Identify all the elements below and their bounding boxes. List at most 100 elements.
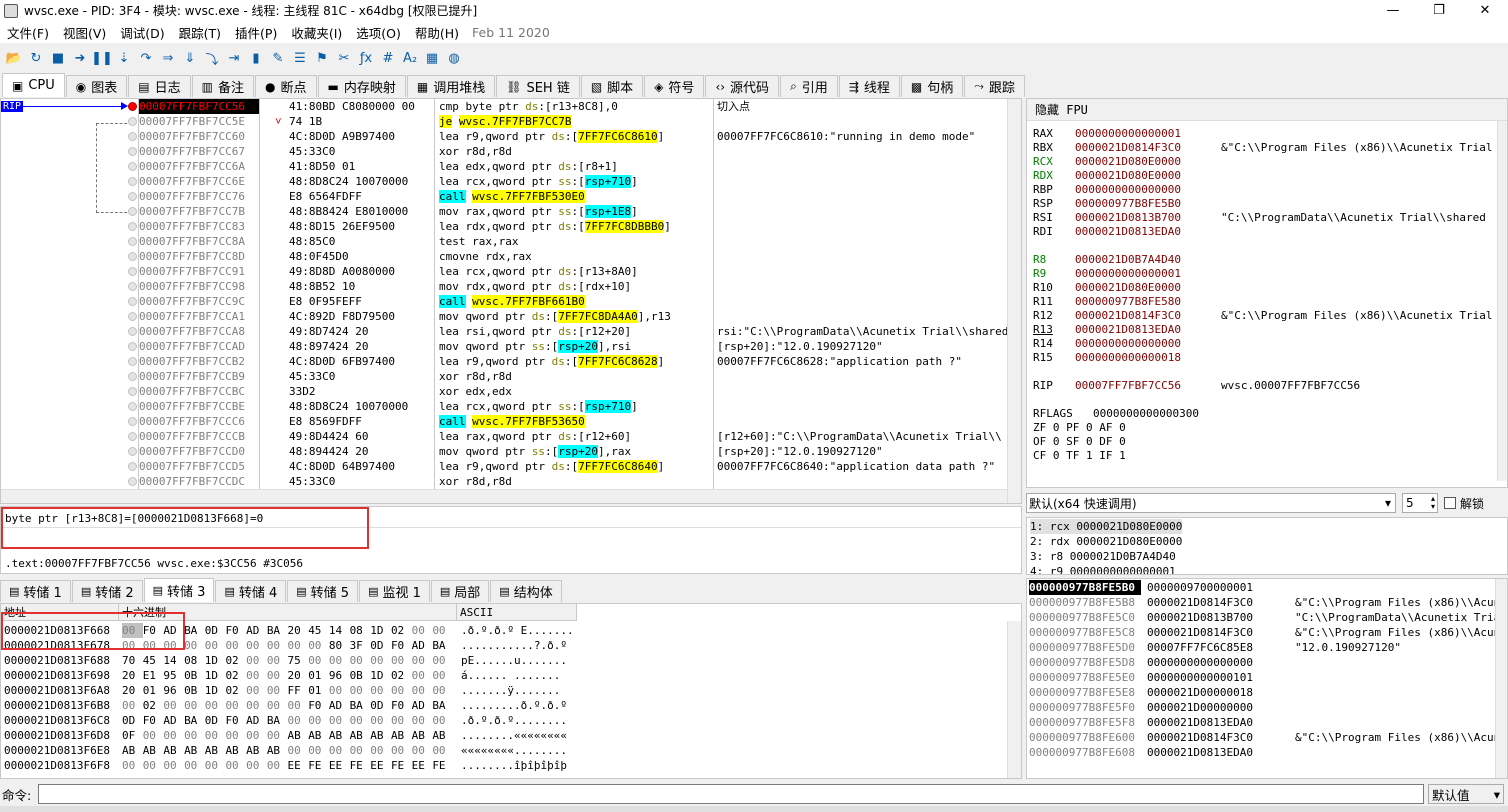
hex-byte[interactable]: 00 <box>412 668 433 683</box>
hex-byte[interactable]: 96 <box>163 683 184 698</box>
disasm-row[interactable]: 00007FF7FBF7CCCB 49:8D4424 60 lea rax,qwor… <box>1 429 1009 444</box>
dump-row[interactable]: 0000021D0813F688 70 45 14 08 1D 02 00 00 75 00 00 00… <box>1 653 1009 668</box>
register-row[interactable]: R13 0000021D0813EDA0 <box>1033 323 1221 337</box>
hex-byte[interactable]: AB <box>122 743 143 758</box>
register-row[interactable]: RFLAGS 0000000000000300 <box>1033 407 1239 421</box>
stack-row[interactable]: 000000977B8FE600 0000021D0814F3C0 &"C:\\Pr… <box>1027 730 1497 745</box>
tab-script[interactable]: ▧ 脚本 <box>580 75 644 97</box>
stack-row[interactable]: 000000977B8FE5E8 0000021D00000018 <box>1027 685 1497 700</box>
hex-byte[interactable]: 02 <box>143 698 164 713</box>
hex-byte[interactable]: 0B <box>184 683 205 698</box>
disasm-row[interactable]: 00007FF7FBF7CCAD 48:897424 20 mov qword pt… <box>1 339 1009 354</box>
hex-byte[interactable]: AB <box>308 728 329 743</box>
hex-byte[interactable]: 00 <box>267 668 288 683</box>
tab-seh[interactable]: ⛓ SEH 链 <box>496 75 580 97</box>
menu-item[interactable]: 收藏夹(I) <box>284 23 349 42</box>
hex-byte[interactable]: EE <box>329 758 350 773</box>
hex-byte[interactable]: 00 <box>329 653 350 668</box>
hex-byte[interactable]: 00 <box>308 653 329 668</box>
argument-row[interactable]: 3: r8 0000021D0B7A4D40 <box>1030 549 1176 564</box>
hex-byte[interactable]: AB <box>329 728 350 743</box>
hex-byte[interactable]: F0 <box>391 638 412 653</box>
disasm-row[interactable]: 00007FF7FBF7CC56 41:80BD C8080000 00 cmp b… <box>1 99 1009 114</box>
disasm-row[interactable]: 00007FF7FBF7CCB9 45:33C0 xor r8d,r8d <box>1 369 1009 384</box>
hex-byte[interactable]: 14 <box>163 653 184 668</box>
flags-row[interactable]: CF 0 TF 1 IF 1 <box>1033 449 1126 463</box>
hex-byte[interactable]: 1D <box>370 623 391 638</box>
disasm-row[interactable]: 00007FF7FBF7CCD0 48:894424 20 mov qword pt… <box>1 444 1009 459</box>
hex-byte[interactable]: 20 <box>288 623 309 638</box>
disasm-row[interactable]: 00007FF7FBF7CC91 49:8D8D A0080000 lea rcx,… <box>1 264 1009 279</box>
hex-byte[interactable]: 00 <box>350 713 371 728</box>
hex-byte[interactable]: 00 <box>246 683 267 698</box>
hex-byte[interactable]: EE <box>370 758 391 773</box>
open-icon[interactable]: 📂 <box>4 48 24 68</box>
strings-icon[interactable]: A₂ <box>400 48 420 68</box>
hex-byte[interactable]: 1D <box>205 668 226 683</box>
memory-dump-view[interactable]: 地址 十六进制 ASCII 0000021D0813F668 00 F0 AD BA 0D… <box>0 603 1022 779</box>
globe-icon[interactable]: ◍ <box>444 48 464 68</box>
hex-byte[interactable]: F0 <box>225 713 246 728</box>
stack-row[interactable]: 000000977B8FE5C0 0000021D0813B700 "C:\\Pro… <box>1027 610 1497 625</box>
hex-byte[interactable]: 00 <box>288 698 309 713</box>
hex-byte[interactable]: BA <box>184 713 205 728</box>
dump-tab[interactable]: ▤ 转储 1 <box>0 580 71 602</box>
hex-byte[interactable]: FF <box>288 683 309 698</box>
hex-byte[interactable]: FE <box>350 758 371 773</box>
hex-byte[interactable]: AB <box>184 743 205 758</box>
hex-byte[interactable]: EE <box>412 758 433 773</box>
hex-byte[interactable]: AB <box>267 743 288 758</box>
hex-byte[interactable]: 0D <box>370 698 391 713</box>
hex-byte[interactable]: 0F <box>122 728 143 743</box>
hex-byte[interactable]: 0D <box>205 623 226 638</box>
register-value[interactable]: 0000021D0814F3C0 <box>1075 141 1221 155</box>
disasm-row[interactable]: 00007FF7FBF7CC6A 41:8D50 01 lea edx,qword … <box>1 159 1009 174</box>
hex-byte[interactable]: BA <box>350 698 371 713</box>
tab-references[interactable]: ⌕ 引用 <box>780 75 838 97</box>
hex-byte[interactable]: 00 <box>412 713 433 728</box>
hex-byte[interactable]: 96 <box>329 668 350 683</box>
hex-byte[interactable]: 00 <box>267 758 288 773</box>
tab-cpu[interactable]: ▣ CPU <box>2 73 65 97</box>
register-row[interactable]: RSI 0000021D0813B700 "C:\\ProgramData\\Acu… <box>1033 211 1486 225</box>
hex-byte[interactable]: 00 <box>391 713 412 728</box>
hex-byte[interactable]: 20 <box>288 668 309 683</box>
flags-row[interactable]: OF 0 SF 0 DF 0 <box>1033 435 1126 449</box>
hex-byte[interactable]: 00 <box>432 683 453 698</box>
disasm-row[interactable]: 00007FF7FBF7CCBE 48:8D8C24 10070000 lea rc… <box>1 399 1009 414</box>
menu-item[interactable]: 视图(V) <box>56 23 113 42</box>
dump-tab[interactable]: ▤ 局部 <box>430 580 490 602</box>
hex-byte[interactable]: AB <box>205 743 226 758</box>
tab-call-stack[interactable]: ▦ 调用堆栈 <box>406 75 496 97</box>
hex-byte[interactable]: 00 <box>267 728 288 743</box>
hex-byte[interactable]: F0 <box>225 623 246 638</box>
register-value[interactable]: 0000021D0813EDA0 <box>1075 323 1221 337</box>
hex-byte[interactable]: 02 <box>225 683 246 698</box>
hex-byte[interactable]: 1D <box>370 668 391 683</box>
tab-graph[interactable]: ◉ 图表 <box>65 75 128 97</box>
hex-byte[interactable]: 02 <box>225 653 246 668</box>
dump-tab[interactable]: ▤ 监视 1 <box>359 580 430 602</box>
register-row[interactable]: RDI 0000021D0813EDA0 <box>1033 225 1221 239</box>
menu-item[interactable]: 调试(D) <box>113 23 171 42</box>
register-value[interactable]: 0000021D0813EDA0 <box>1075 225 1221 239</box>
hex-byte[interactable]: 00 <box>205 698 226 713</box>
register-row[interactable]: RDX 0000021D080E0000 <box>1033 169 1221 183</box>
hex-byte[interactable]: 00 <box>225 728 246 743</box>
hex-byte[interactable]: 00 <box>246 653 267 668</box>
hex-byte[interactable]: 00 <box>246 698 267 713</box>
dump-scrollbar[interactable] <box>1007 621 1021 778</box>
hex-byte[interactable]: 00 <box>288 638 309 653</box>
hex-byte[interactable]: 00 <box>288 743 309 758</box>
dump-row[interactable]: 0000021D0813F6B8 00 02 00 00 00 00 00 00 00 F0 AD BA… <box>1 698 1009 713</box>
dump-row[interactable]: 0000021D0813F698 20 E1 95 0B 1D 02 00 00 20 01 96 0B… <box>1 668 1009 683</box>
register-row[interactable]: RSP 000000977B8FE5B0 <box>1033 197 1221 211</box>
run-to-user-code-icon[interactable]: ⇥ <box>224 48 244 68</box>
hex-byte[interactable]: 00 <box>225 638 246 653</box>
hex-byte[interactable]: 00 <box>267 683 288 698</box>
argument-row[interactable]: 4: r9 0000000000000001 <box>1030 564 1176 574</box>
tab-log[interactable]: ▤ 日志 <box>128 75 191 97</box>
menu-item[interactable]: 选项(O) <box>349 23 408 42</box>
hex-byte[interactable]: E1 <box>143 668 164 683</box>
register-row[interactable]: R10 0000021D080E0000 <box>1033 281 1221 295</box>
